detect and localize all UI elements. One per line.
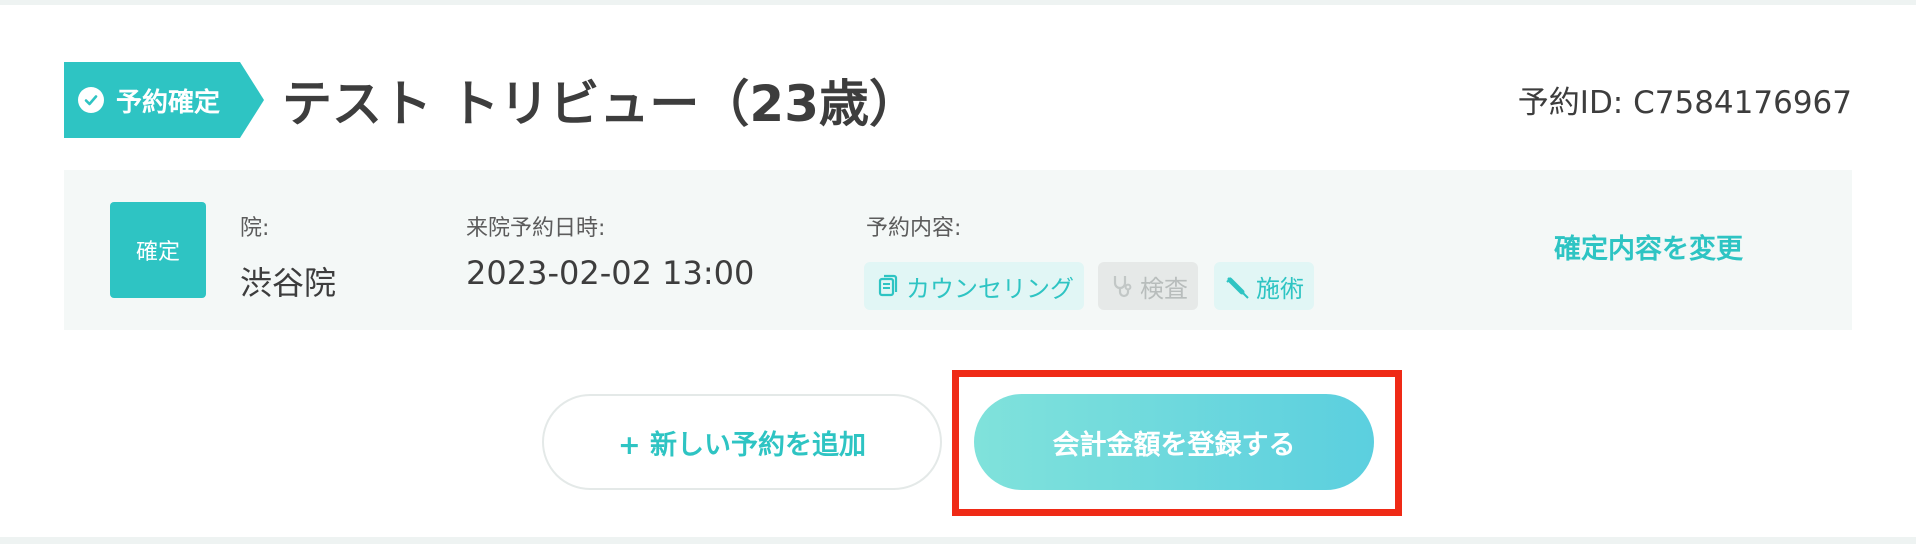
stethoscope-icon [1108,272,1136,300]
bottom-divider [0,537,1916,544]
reservation-content-label: 予約内容: [866,216,962,241]
tag-counseling: カウンセリング [864,262,1084,310]
status-badge: 予約確定 [64,62,264,138]
tag-treatment: 施術 [1214,262,1314,310]
clinic-label: 院: [240,216,270,241]
tag-label: 検査 [1140,274,1188,303]
reservation-id: 予約ID: C7584176967 [1517,84,1852,121]
document-icon [874,272,902,300]
visit-datetime-label: 来院予約日時: [466,216,606,241]
confirmed-status-box: 確定 [110,202,206,298]
register-amount-button[interactable]: 会計金額を登録する [974,394,1374,490]
syringe-icon [1224,272,1252,300]
visit-datetime-value: 2023-02-02 13:00 [466,254,755,292]
add-reservation-button[interactable]: + 新しい予約を追加 [542,394,942,490]
change-confirmation-link[interactable]: 確定内容を変更 [1554,226,1743,266]
check-circle-icon [78,87,104,113]
top-divider [0,0,1916,5]
patient-name: テスト トリビュー（23歳） [282,75,919,133]
tag-examination: 検査 [1098,262,1198,310]
clinic-value: 渋谷院 [240,264,337,302]
tag-label: カウンセリング [906,274,1074,303]
status-badge-label: 予約確定 [116,87,221,118]
reservation-info-panel: 確定 院: 渋谷院 来院予約日時: 2023-02-02 13:00 予約内容:… [64,170,1852,330]
tag-label: 施術 [1256,274,1304,303]
